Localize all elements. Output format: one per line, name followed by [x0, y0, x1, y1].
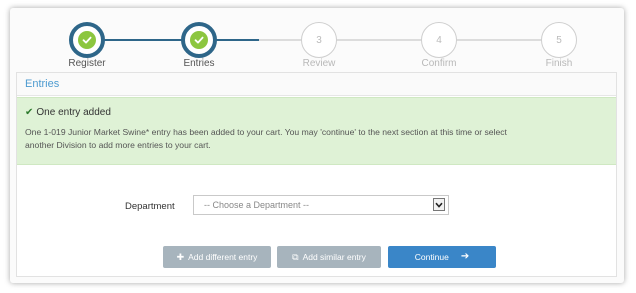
add-similar-entry-button[interactable]: ⧉ Add similar entry	[277, 246, 381, 268]
success-alert: ✔ One entry added One 1-019 Junior Marke…	[17, 97, 616, 165]
step-entries	[181, 22, 217, 58]
check-icon	[190, 31, 208, 49]
step-label-entries: Entries	[183, 58, 215, 69]
step-finish: 5	[541, 22, 577, 58]
alert-title: One entry added	[36, 107, 111, 118]
add-similar-entry-label: Add similar entry	[302, 252, 366, 262]
check-icon	[78, 31, 96, 49]
add-different-entry-button[interactable]: ✚ Add different entry	[163, 246, 271, 268]
alert-message-line2: another Division to add more entries to …	[25, 140, 211, 150]
arrow-right-icon: ➔	[460, 251, 470, 262]
panel-title: Entries	[17, 73, 616, 96]
alert-heading: ✔ One entry added	[25, 107, 608, 118]
step-number: 4	[436, 34, 442, 46]
department-placeholder: -- Choose a Department --	[204, 200, 310, 210]
step-number: 5	[556, 34, 562, 46]
registration-window: Register Entries 3 Review 4 Confirm 5 Fi…	[10, 8, 624, 283]
continue-label: Continue	[414, 252, 449, 262]
step-register	[69, 22, 105, 58]
step-confirm: 4	[421, 22, 457, 58]
alert-message-line1: One 1-019 Junior Market Swine* entry has…	[25, 127, 507, 137]
alert-message: One 1-019 Junior Market Swine* entry has…	[25, 126, 608, 152]
department-row: Department -- Choose a Department --	[17, 195, 616, 219]
checkmark-icon: ✔	[25, 107, 34, 118]
progress-stepper: Register Entries 3 Review 4 Confirm 5 Fi…	[10, 8, 624, 74]
step-label-register: Register	[68, 58, 106, 69]
plus-icon: ✚	[176, 252, 185, 262]
continue-button[interactable]: Continue ➔	[388, 246, 496, 268]
chevron-down-icon[interactable]	[433, 198, 445, 211]
entries-panel: Entries ✔ One entry added One 1-019 Juni…	[16, 72, 617, 277]
step-number: 3	[316, 34, 322, 46]
step-label-finish: Finish	[545, 58, 573, 69]
department-label: Department	[125, 201, 175, 212]
copy-icon: ⧉	[292, 252, 299, 262]
department-select[interactable]: -- Choose a Department --	[193, 195, 449, 215]
add-different-entry-label: Add different entry	[188, 252, 258, 262]
step-label-review: Review	[302, 58, 336, 69]
step-label-confirm: Confirm	[421, 58, 457, 69]
action-buttons: ✚ Add different entry ⧉ Add similar entr…	[17, 246, 616, 270]
step-review: 3	[301, 22, 337, 58]
